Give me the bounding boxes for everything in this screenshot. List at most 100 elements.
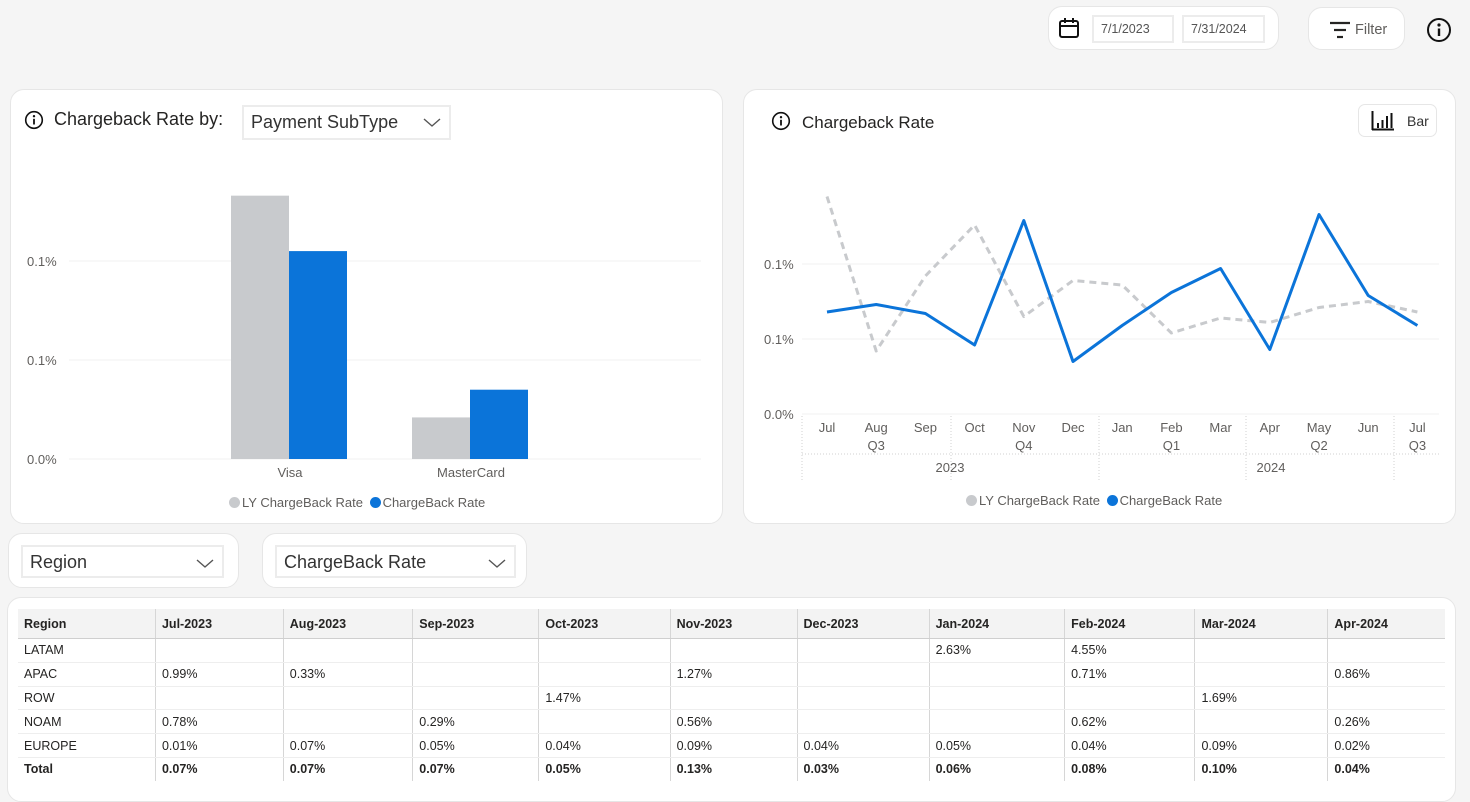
x-tick-quarter: Q2: [1310, 438, 1327, 453]
table-cell: 0.09%: [1194, 733, 1328, 758]
total-cell: 0.07%: [154, 757, 284, 781]
line-chart: 0.0% 0.1% 0.1% Jul Aug Sep Oct Nov Dec Jan Feb Mar A…: [764, 196, 1439, 480]
filter-icon: [1329, 21, 1351, 44]
column-header[interactable]: Region: [18, 609, 156, 639]
bar-chart-legend: LY ChargeBack Rate ChargeBack Rate: [229, 495, 485, 510]
measure-value: ChargeBack Rate: [284, 552, 427, 572]
table-cell: [928, 709, 1065, 735]
column-header[interactable]: Sep-2023: [412, 609, 539, 639]
legend-label-ly: LY ChargeBack Rate: [242, 495, 363, 510]
x-tick-label: Visa: [277, 465, 303, 480]
x-tick-label: MasterCard: [437, 465, 505, 480]
date-range-picker: 7/1/2023 7/31/2024: [1048, 6, 1279, 50]
table-row: LATAM 2.63% 4.55%: [18, 638, 1445, 663]
table-cell: 0.04%: [1064, 733, 1195, 758]
table-cell: [1194, 662, 1328, 687]
table-row: NOAM 0.78% 0.29% 0.56% 0.62% 0.26%: [18, 709, 1445, 735]
row-label: APAC: [18, 662, 156, 687]
filter-label: Filter: [1355, 22, 1388, 38]
total-cell: 0.06%: [928, 757, 1065, 781]
column-header[interactable]: Apr-2024: [1327, 609, 1445, 639]
column-header[interactable]: Aug-2023: [282, 609, 413, 639]
table-row: ROW 1.47% 1.69%: [18, 686, 1445, 711]
table-cell: [154, 686, 284, 711]
table-cell: [1327, 638, 1445, 663]
table-cell: [538, 638, 671, 663]
x-tick-month: Aug: [865, 420, 888, 435]
x-tick-month: Sep: [914, 420, 937, 435]
x-tick-month: Oct: [964, 420, 985, 435]
region-matrix-table: Region Jul-2023 Aug-2023 Sep-2023 Oct-2023 No…: [18, 609, 1445, 781]
y-tick-label: 0.0%: [27, 452, 57, 467]
x-tick-year: 2024: [1257, 460, 1286, 475]
total-label: Total: [24, 762, 53, 777]
total-cell: 0.04%: [1327, 757, 1445, 781]
table-cell: 4.55%: [1064, 638, 1195, 663]
calendar-icon[interactable]: [1058, 17, 1080, 44]
line-series-ly: [825, 196, 1418, 353]
measure-slicer: ChargeBack Rate: [262, 533, 527, 588]
column-header[interactable]: Jan-2024: [928, 609, 1065, 639]
x-tick-month: Apr: [1260, 420, 1281, 435]
table-cell: 0.05%: [928, 733, 1065, 758]
table-cell: 0.56%: [669, 709, 798, 735]
table-cell: 1.47%: [538, 686, 671, 711]
filter-button[interactable]: Filter: [1308, 7, 1405, 50]
y-tick-label: 0.1%: [27, 254, 57, 269]
row-label: NOAM: [18, 709, 156, 735]
total-cell: 0.10%: [1194, 757, 1328, 781]
row-dimension-value: Region: [30, 552, 88, 572]
table-cell: [282, 686, 413, 711]
x-tick-month: Dec: [1061, 420, 1085, 435]
x-tick-month: Jan: [1112, 420, 1133, 435]
table-cell: [796, 638, 930, 663]
total-cell: 0.07%: [282, 757, 413, 781]
legend-label-current: ChargeBack Rate: [382, 495, 486, 510]
table-cell: 0.62%: [1064, 709, 1195, 735]
x-tick-quarter: Q3: [868, 438, 885, 453]
column-header[interactable]: Dec-2023: [796, 609, 930, 639]
row-dimension-dropdown[interactable]: Region: [21, 545, 224, 578]
table-cell: [538, 662, 671, 687]
table-cell: [538, 709, 671, 735]
table-cell: 2.63%: [928, 638, 1065, 663]
column-header[interactable]: Mar-2024: [1194, 609, 1328, 639]
table-row: EUROPE 0.01% 0.07% 0.05% 0.04% 0.09% 0.04% 0.05…: [18, 733, 1445, 758]
total-cell: 0.08%: [1064, 757, 1195, 781]
x-tick-month: Feb: [1160, 420, 1182, 435]
table-cell: [1327, 686, 1445, 711]
legend-dot-ly: [966, 495, 977, 506]
bar-current-visa: [289, 251, 347, 459]
column-header[interactable]: Jul-2023: [154, 609, 284, 639]
y-tick-label: 0.1%: [27, 353, 57, 368]
measure-dropdown[interactable]: ChargeBack Rate: [275, 545, 516, 578]
x-tick-month: Jul: [1409, 420, 1426, 435]
column-header[interactable]: Nov-2023: [669, 609, 798, 639]
table-cell: 0.04%: [796, 733, 930, 758]
y-tick-label: 0.1%: [764, 257, 794, 272]
column-header[interactable]: Oct-2023: [538, 609, 671, 639]
info-icon[interactable]: [1426, 17, 1452, 48]
total-cell: 0.05%: [538, 757, 671, 781]
table-cell: [154, 638, 284, 663]
row-label: LATAM: [18, 638, 156, 663]
table-cell: [412, 638, 539, 663]
x-tick-month: May: [1307, 420, 1332, 435]
table-cell: 0.29%: [412, 709, 539, 735]
chargeback-trend-panel: Chargeback Rate Bar 0.0% 0.1% 0.1% Jul Aug Se…: [743, 89, 1456, 524]
end-date-input[interactable]: 7/31/2024: [1182, 15, 1265, 43]
table-cell: [1064, 686, 1195, 711]
y-tick-label: 0.0%: [764, 407, 794, 422]
table-cell: 0.01%: [154, 733, 284, 758]
row-label: EUROPE: [18, 733, 156, 758]
bar-chart: 0.0% 0.1% 0.1% Visa MasterCard: [27, 195, 701, 480]
start-date-input[interactable]: 7/1/2023: [1092, 15, 1174, 43]
table-cell: [928, 662, 1065, 687]
column-header[interactable]: Feb-2024: [1064, 609, 1195, 639]
table-cell: [282, 638, 413, 663]
table-cell: 0.99%: [154, 662, 284, 687]
table-cell: 0.86%: [1327, 662, 1445, 687]
bar-current-mastercard: [470, 389, 528, 459]
legend-label-current: ChargeBack Rate: [1119, 493, 1223, 508]
total-cell: 0.03%: [796, 757, 930, 781]
